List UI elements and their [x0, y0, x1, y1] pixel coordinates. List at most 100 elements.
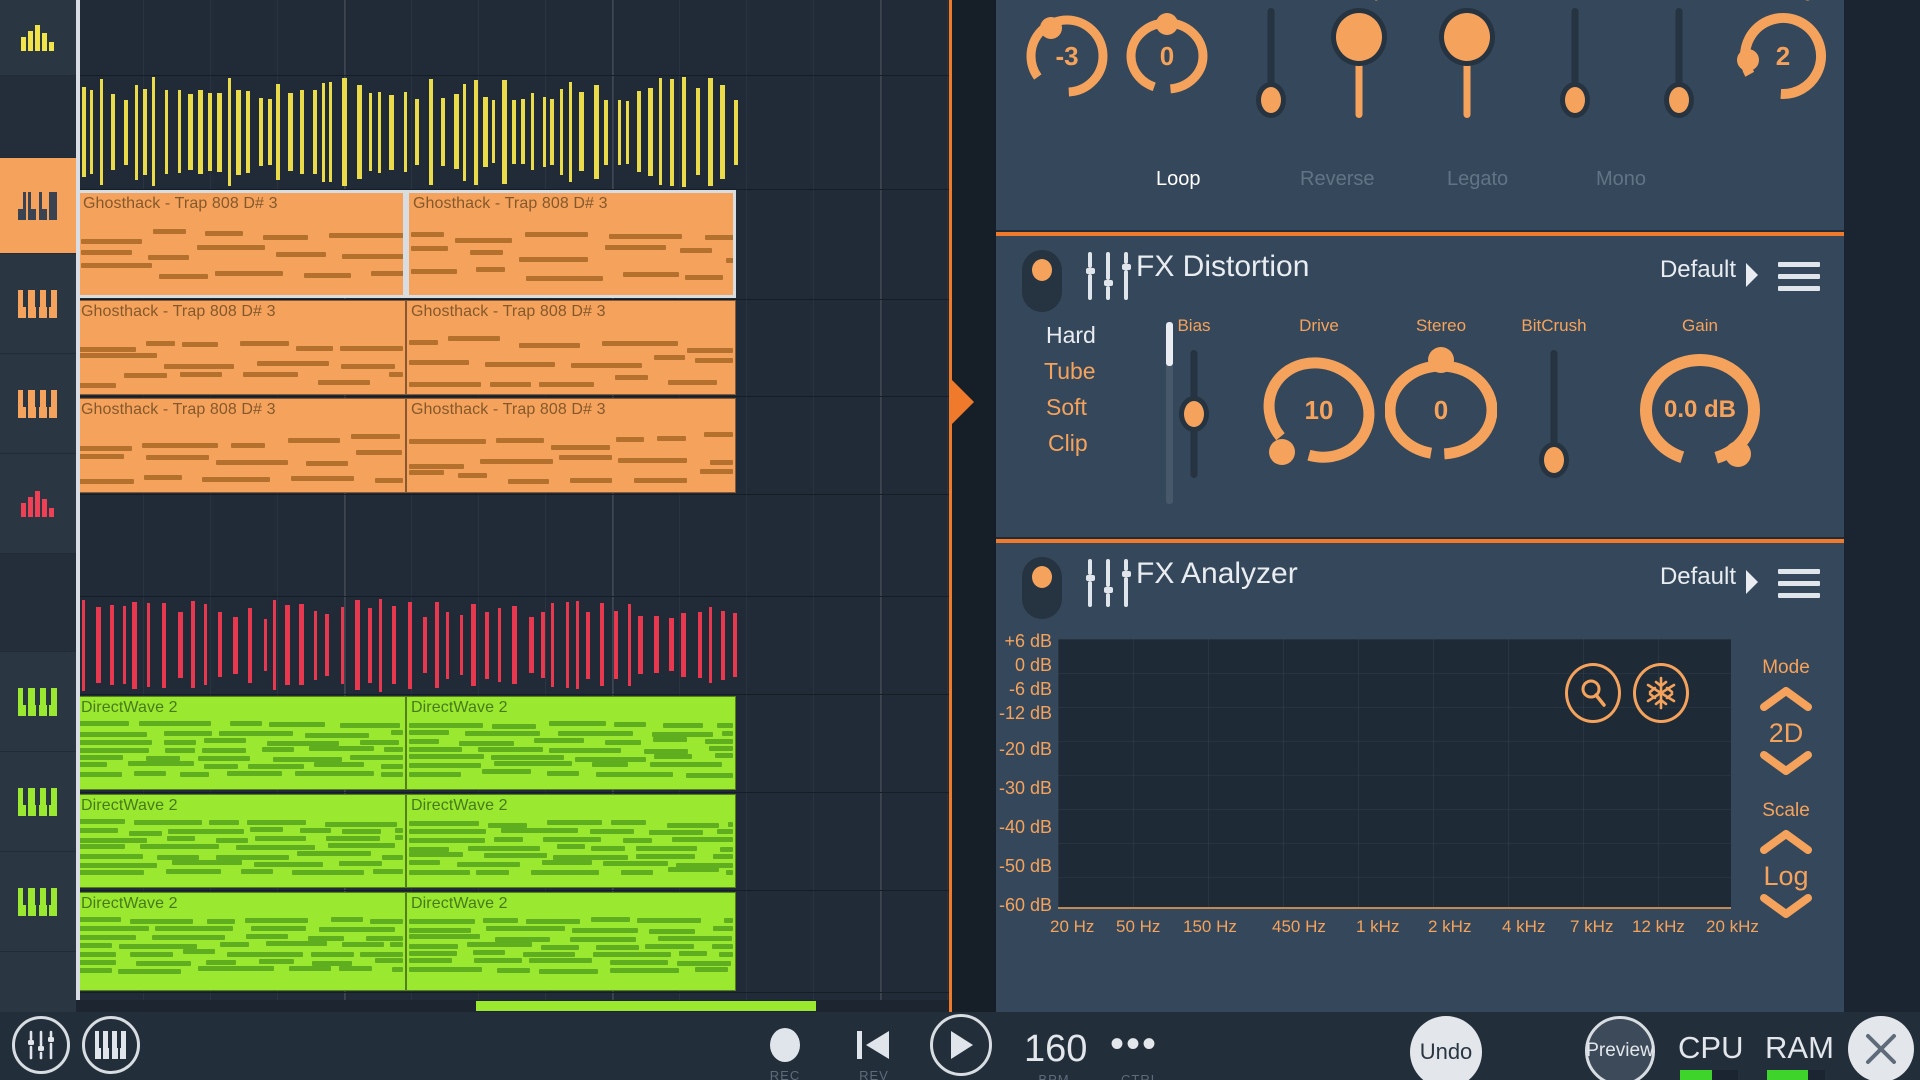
clip-4[interactable]: Ghosthack - Trap 808 D# 3	[76, 398, 406, 493]
waveform-bar	[543, 97, 546, 167]
sustain-slider[interactable]	[1414, 8, 1520, 124]
track-header-2[interactable]	[0, 158, 76, 254]
track-header-6[interactable]	[0, 554, 76, 652]
param-fine-tune[interactable]: Fine Tune 0	[1114, 0, 1220, 102]
track-header-1[interactable]	[0, 76, 76, 158]
param-slide-time[interactable]: Slide Time	[1620, 0, 1738, 124]
param-stereo[interactable]: Stereo 0	[1376, 316, 1506, 474]
release-slider[interactable]	[1522, 8, 1628, 124]
clip-10[interactable]: DirectWave 2	[76, 892, 406, 991]
analyzer-spectrum-plot[interactable]	[1058, 639, 1731, 909]
drive-knob[interactable]: 10	[1260, 346, 1378, 474]
fx-analyzer-power-toggle[interactable]	[1022, 557, 1062, 619]
fx-distortion-preset[interactable]: Default	[1660, 256, 1736, 284]
track-header-5[interactable]	[0, 454, 76, 554]
param-gain[interactable]: Gain 0.0 dB	[1620, 316, 1780, 476]
distortion-mode-tube[interactable]: Tube	[1044, 358, 1096, 385]
fx-analyzer-menu-icon[interactable]	[1778, 569, 1820, 605]
pb-range-knob[interactable]: 2	[1735, 8, 1831, 104]
scrollbar-thumb[interactable]	[476, 1001, 816, 1011]
param-pitch[interactable]: Pitch -3	[1014, 0, 1120, 102]
gain-knob[interactable]: 0.0 dB	[1638, 344, 1762, 476]
audio-clip-red[interactable]	[76, 598, 740, 692]
preview-button[interactable]: Preview	[1585, 1016, 1655, 1080]
note	[677, 961, 731, 966]
freeze-icon[interactable]	[1633, 663, 1689, 723]
clip-9[interactable]: DirectWave 2	[406, 794, 736, 888]
distortion-mode-soft[interactable]: Soft	[1046, 394, 1087, 421]
param-bitcrush[interactable]: BitCrush	[1496, 316, 1612, 480]
mode-down-chevron-icon[interactable]	[1734, 749, 1838, 782]
note	[167, 836, 195, 841]
track-header-4[interactable]	[0, 354, 76, 454]
clip-2[interactable]: Ghosthack - Trap 808 D# 3	[76, 300, 406, 395]
distortion-mode-clip[interactable]: Clip	[1048, 430, 1088, 457]
fx-analyzer-preset[interactable]: Default	[1660, 563, 1736, 591]
close-button[interactable]	[1848, 1016, 1914, 1080]
param-bias[interactable]: Bias	[1148, 316, 1240, 480]
slider-handle[interactable]	[1256, 82, 1286, 118]
track-header-0[interactable]	[0, 0, 76, 76]
param-sustain[interactable]: Sustain	[1414, 0, 1520, 124]
chevron-right-icon[interactable]	[1744, 569, 1760, 595]
record-button[interactable]	[770, 1028, 800, 1062]
waveform-bar	[569, 82, 572, 182]
fx-distortion-power-toggle[interactable]	[1022, 250, 1062, 312]
param-pb-range[interactable]: PB Range 2	[1726, 0, 1840, 104]
ctrl-dots[interactable]: •••	[1110, 1022, 1158, 1067]
playlist-grid[interactable]: Ghosthack - Trap 808 D# 3 Ghosthack - Tr…	[76, 0, 995, 1012]
rewind-button[interactable]	[855, 1026, 893, 1064]
clip-5[interactable]: Ghosthack - Trap 808 D# 3	[406, 398, 736, 493]
clip-11[interactable]: DirectWave 2	[406, 892, 736, 991]
audio-clip-yellow[interactable]	[76, 76, 740, 188]
slider-handle[interactable]	[1179, 396, 1209, 432]
slider-handle[interactable]	[1560, 82, 1590, 118]
piano-button[interactable]	[82, 1016, 140, 1074]
track-header-9[interactable]	[0, 852, 76, 952]
clip-7[interactable]: DirectWave 2	[406, 696, 736, 790]
piano-keys-icon	[18, 289, 57, 318]
fine-tune-knob[interactable]: 0	[1124, 10, 1210, 102]
track-header-3[interactable]	[0, 254, 76, 354]
toggle-loop[interactable]: Loop	[1156, 168, 1201, 191]
toggle-legato[interactable]: Legato	[1447, 168, 1508, 191]
param-drive[interactable]: Drive 10	[1254, 316, 1384, 474]
undo-button[interactable]: Undo	[1410, 1016, 1482, 1080]
scale-up-chevron-icon[interactable]	[1734, 828, 1838, 861]
clip-0[interactable]: Ghosthack - Trap 808 D# 3	[76, 190, 406, 298]
slider-handle[interactable]	[1439, 8, 1495, 66]
play-button[interactable]	[930, 1014, 992, 1076]
decay-slider[interactable]	[1306, 8, 1412, 124]
clip-3[interactable]: Ghosthack - Trap 808 D# 3	[406, 300, 736, 395]
slider-handle[interactable]	[1664, 82, 1694, 118]
note	[485, 362, 555, 367]
param-release[interactable]: Release	[1522, 0, 1628, 124]
note	[658, 936, 732, 941]
mixer-button[interactable]	[12, 1016, 70, 1074]
zoom-icon[interactable]	[1565, 663, 1621, 723]
param-decay[interactable]: Decay	[1306, 0, 1412, 124]
panel-expand-arrow-icon[interactable]	[952, 380, 974, 424]
bias-slider[interactable]	[1148, 350, 1240, 480]
clip-1[interactable]: Ghosthack - Trap 808 D# 3	[406, 190, 736, 298]
track-header-8[interactable]	[0, 752, 76, 852]
pitch-knob[interactable]: -3	[1021, 10, 1113, 102]
clip-8[interactable]: DirectWave 2	[76, 794, 406, 888]
stereo-knob[interactable]: 0	[1385, 346, 1497, 474]
slider-handle[interactable]	[1539, 442, 1569, 478]
distortion-mode-hard[interactable]: Hard	[1046, 322, 1096, 349]
track-header-7[interactable]	[0, 652, 76, 752]
toggle-mono[interactable]: Mono	[1596, 168, 1646, 191]
mode-up-chevron-icon[interactable]	[1734, 685, 1838, 718]
chevron-right-icon[interactable]	[1744, 262, 1760, 288]
fx-distortion-menu-icon[interactable]	[1778, 262, 1820, 298]
toggle-reverse[interactable]: Reverse	[1300, 168, 1374, 191]
tempo-value[interactable]: 160	[1024, 1028, 1087, 1071]
bitcrush-slider[interactable]	[1496, 350, 1612, 480]
slide-time-slider[interactable]	[1620, 8, 1738, 124]
playhead[interactable]	[76, 0, 80, 1012]
slider-handle[interactable]	[1331, 8, 1387, 66]
playlist-horizontal-scrollbar[interactable]	[76, 1000, 995, 1012]
scale-down-chevron-icon[interactable]	[1734, 892, 1838, 925]
clip-6[interactable]: DirectWave 2	[76, 696, 406, 790]
